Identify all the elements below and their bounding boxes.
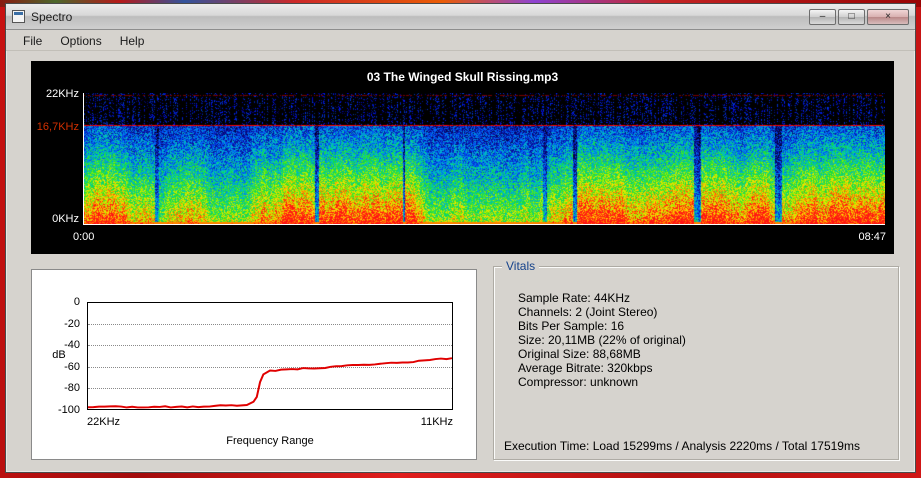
freq-label-22khz: 22KHz (45, 88, 79, 100)
menu-item-options[interactable]: Options (51, 32, 110, 50)
vitals-bits: Bits Per Sample: 16 (518, 319, 625, 333)
x-axis-title: Frequency Range (226, 435, 314, 447)
y-tick-0: 0 (73, 296, 80, 308)
y-tick-80: -80 (64, 382, 80, 394)
vitals-compressor: Compressor: unknown (518, 375, 639, 389)
vitals-lines: Sample Rate: 44KHz Channels: 2 (Joint St… (518, 291, 686, 389)
freq-response-curve (88, 357, 452, 409)
title-bar[interactable]: Spectro – □ × (6, 4, 915, 30)
maximize-button[interactable]: □ (838, 8, 865, 25)
menu-bar: File Options Help (6, 31, 915, 51)
plot-area (87, 302, 453, 410)
vitals-groupbox: Vitals Sample Rate: 44KHz Channels: 2 (J… (493, 259, 899, 460)
time-end-label: 08:47 (858, 231, 886, 243)
freq-response-chart-panel: 0 -20 -40 -60 -80 -100 dB 22KHz 11KHz Fr… (31, 269, 477, 460)
spectrogram-canvas (84, 93, 885, 224)
vitals-title: Vitals (502, 259, 540, 273)
minimize-button[interactable]: – (809, 8, 836, 25)
app-icon (12, 10, 25, 23)
x-label-11khz: 11KHz (420, 416, 453, 428)
y-tick-100: -100 (57, 404, 80, 416)
execution-time-text: Execution Time: Load 15299ms / Analysis … (504, 439, 860, 453)
db-axis-label: dB (52, 349, 66, 361)
spectrogram-panel: 03 The Winged Skull Rissing.mp3 22KHz 16… (31, 61, 894, 254)
vitals-channels: Channels: 2 (Joint Stereo) (518, 305, 658, 319)
window-title: Spectro (31, 9, 73, 24)
y-tick-20: -20 (64, 318, 80, 330)
app-window: Spectro – □ × File Options Help 03 The W… (5, 3, 916, 473)
menu-item-help[interactable]: Help (111, 32, 154, 50)
x-label-22khz: 22KHz (87, 416, 121, 428)
vitals-size: Size: 20,11MB (22% of original) (518, 333, 686, 347)
close-button[interactable]: × (867, 8, 909, 25)
freq-label-0khz: 0KHz (52, 213, 79, 225)
cutoff-frequency-label: 16,7KHz (36, 121, 79, 133)
vitals-bitrate: Average Bitrate: 320kbps (518, 361, 653, 375)
y-tick-60: -60 (64, 361, 80, 373)
desktop-background: Spectro – □ × File Options Help 03 The W… (0, 0, 921, 478)
vitals-sample-rate: Sample Rate: 44KHz (518, 291, 631, 305)
track-title: 03 The Winged Skull Rissing.mp3 (366, 70, 559, 84)
spectrogram-axes (83, 93, 885, 225)
menu-item-file[interactable]: File (14, 32, 51, 50)
time-start-label: 0:00 (73, 231, 95, 243)
vitals-original-size: Original Size: 88,68MB (518, 347, 641, 361)
